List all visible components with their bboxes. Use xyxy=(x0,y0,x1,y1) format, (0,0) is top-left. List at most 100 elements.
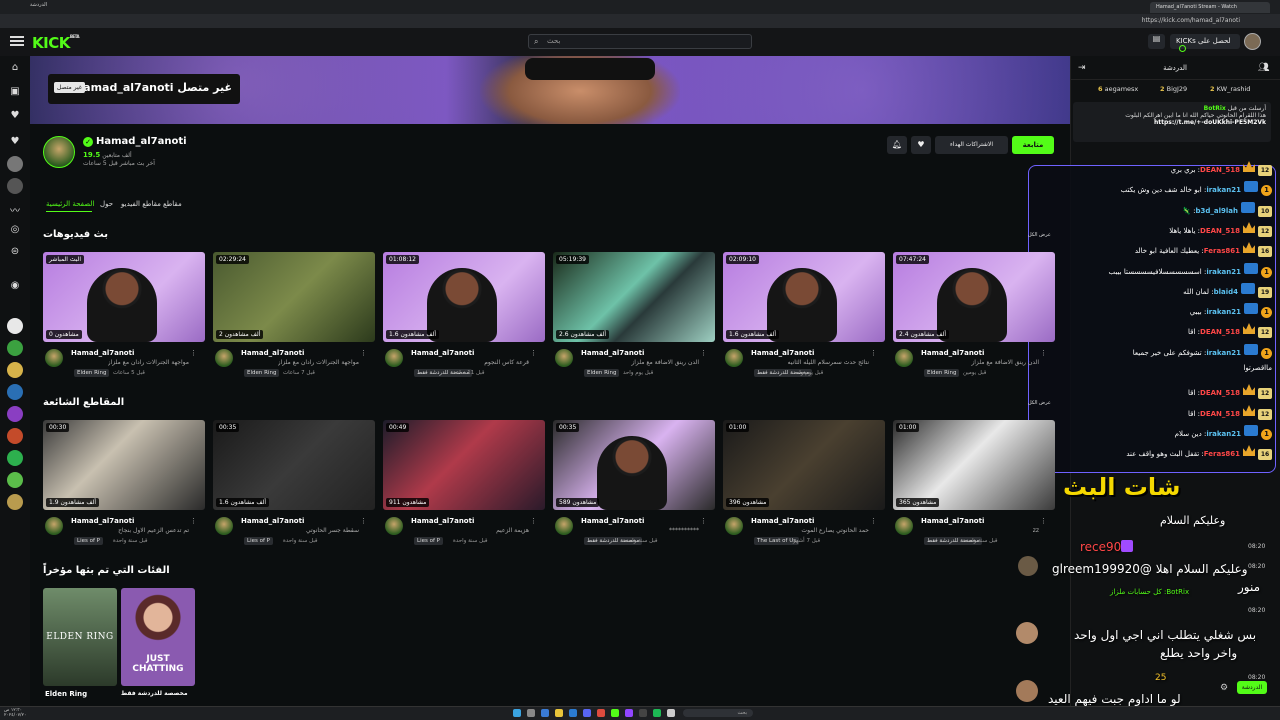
following-icon[interactable]: ♥ xyxy=(8,110,22,124)
more-options-icon[interactable]: ⋮ xyxy=(190,349,197,357)
card-title[interactable]: ********** xyxy=(669,527,699,534)
search-input[interactable]: ⌕ بحث xyxy=(528,34,752,49)
channel-avatar-small[interactable] xyxy=(215,349,233,367)
category-tag[interactable]: Elden Ring xyxy=(584,369,620,377)
followed-channel-avatar[interactable] xyxy=(7,178,23,194)
chat-username[interactable]: b3d_al9lah xyxy=(1196,207,1239,215)
card-title[interactable]: zz xyxy=(1033,527,1039,534)
store-icon[interactable] xyxy=(569,709,577,717)
card-channel-name[interactable]: Hamad_al7anoti xyxy=(581,349,644,357)
chat-username[interactable]: irakan21 xyxy=(1206,308,1241,316)
chat-username[interactable]: irakan21 xyxy=(1206,349,1241,357)
users-icon[interactable]: 👥︎ xyxy=(1258,63,1269,73)
more-options-icon[interactable]: ⋮ xyxy=(1040,517,1047,525)
app-icon[interactable] xyxy=(667,709,675,717)
channel-avatar-small[interactable] xyxy=(45,517,63,535)
wave-icon[interactable]: 〰 xyxy=(8,202,22,217)
collapse-chat-icon[interactable]: ⇥ xyxy=(1078,63,1086,73)
channel-avatar-small[interactable] xyxy=(385,349,403,367)
thumbnail[interactable]: 00:35 589 مشاهدون xyxy=(553,420,715,510)
tab-clips[interactable]: مقاطع xyxy=(163,200,182,208)
category-card[interactable]: JUST CHATTING xyxy=(121,588,195,686)
library-icon[interactable]: ▤ xyxy=(1148,34,1165,49)
chat-username[interactable]: DEAN_518 xyxy=(1200,410,1240,418)
thumbnail[interactable]: 05:19:39 2.6 ألف مشاهدون xyxy=(553,252,715,342)
recommended-channel-avatar[interactable] xyxy=(7,472,23,488)
thumbnail[interactable]: 07:47:24 2.4 ألف مشاهدون xyxy=(893,252,1055,342)
windows-icon[interactable] xyxy=(513,709,521,717)
channel-avatar[interactable] xyxy=(43,136,75,168)
gifter-item[interactable]: 6 aegamesx xyxy=(1098,85,1138,93)
thumbnail[interactable]: 01:00 365 مشاهدون xyxy=(893,420,1055,510)
card-channel-name[interactable]: Hamad_al7anoti xyxy=(751,517,814,525)
card-title[interactable]: الدن رينق الاضافة مع ملزاز xyxy=(971,359,1039,366)
chat-username[interactable]: irakan21 xyxy=(1206,430,1241,438)
category-card[interactable]: ELDEN RING xyxy=(43,588,117,686)
gift-subs-button[interactable]: الاشتراكات الهداء xyxy=(935,136,1008,154)
channel-avatar-small[interactable] xyxy=(725,349,743,367)
follow-button[interactable]: متابعة xyxy=(1012,136,1054,154)
card-title[interactable]: تم تدعس الزعيم الاول بنجاح xyxy=(118,527,189,534)
chat-username[interactable]: blaid4 xyxy=(1214,288,1238,296)
card-channel-name[interactable]: Hamad_al7anoti xyxy=(71,349,134,357)
more-options-icon[interactable]: ⋮ xyxy=(870,349,877,357)
settings-icon[interactable]: ⚙ xyxy=(1220,683,1228,693)
followed-channel-avatar[interactable] xyxy=(7,156,23,172)
card-channel-name[interactable]: Hamad_al7anoti xyxy=(921,349,984,357)
chat-username[interactable]: DEAN_518 xyxy=(1200,227,1240,235)
category-label[interactable]: Elden Ring xyxy=(45,690,87,698)
address-bar[interactable]: https://kick.com/hamad_al7anoti xyxy=(0,14,1280,28)
category-tag[interactable]: Lies of P xyxy=(414,537,443,545)
card-title[interactable]: نتائج حدث سمرسلام الليله الثانيه xyxy=(788,359,869,366)
card-title[interactable]: قرعة كاس النجوم xyxy=(484,359,529,366)
chat-username[interactable]: Feras861 xyxy=(1204,247,1240,255)
chat-username[interactable]: irakan21 xyxy=(1206,186,1241,194)
thumbnail[interactable]: 01:08:12 1.6 ألف مشاهدون xyxy=(383,252,545,342)
channel-avatar-small[interactable] xyxy=(555,517,573,535)
card-title[interactable]: مواجهة الجنرالات رادان مع ملزاز xyxy=(278,359,359,366)
browse-icon[interactable]: ▣ xyxy=(8,86,22,100)
recommended-channel-avatar[interactable] xyxy=(7,318,23,334)
chrome-icon[interactable] xyxy=(597,709,605,717)
more-options-icon[interactable]: ⋮ xyxy=(360,517,367,525)
discord-icon[interactable] xyxy=(583,709,591,717)
card-channel-name[interactable]: Hamad_al7anoti xyxy=(921,517,984,525)
explorer-icon[interactable] xyxy=(555,709,563,717)
menu-icon[interactable] xyxy=(10,36,24,47)
card-title[interactable]: مواجهة الجنرالات رادان مع ملزاز xyxy=(108,359,189,366)
recommended-channel-avatar[interactable] xyxy=(7,428,23,444)
card-title[interactable]: هزيمة الزعيم xyxy=(496,527,529,534)
channel-avatar-small[interactable] xyxy=(555,349,573,367)
more-options-icon[interactable]: ⋮ xyxy=(700,517,707,525)
category-tag[interactable]: Elden Ring xyxy=(74,369,110,377)
card-channel-name[interactable]: Hamad_al7anoti xyxy=(241,349,304,357)
category-tag[interactable]: Lies of P xyxy=(244,537,273,545)
thumbnail[interactable]: 02:29:24 2 ألف مشاهدون xyxy=(213,252,375,342)
kick-app-icon[interactable] xyxy=(611,709,619,717)
obs-icon[interactable] xyxy=(639,709,647,717)
edge-icon[interactable] xyxy=(541,709,549,717)
channel-avatar-small[interactable] xyxy=(385,517,403,535)
channel-avatar-small[interactable] xyxy=(45,349,63,367)
taskbar-clock[interactable]: ١٢:٣٠ ص ٢٠٢٤/٠٧/٢٠ xyxy=(4,708,26,718)
bell-icon[interactable]: 🔔︎ xyxy=(887,136,907,154)
spotify-icon[interactable] xyxy=(653,709,661,717)
channel-avatar-small[interactable] xyxy=(895,517,913,535)
chat-username[interactable]: DEAN_518 xyxy=(1200,328,1240,336)
chat-send-button[interactable]: الدردشة xyxy=(1237,681,1267,694)
url-text[interactable]: https://kick.com/hamad_al7anoti xyxy=(1142,17,1240,24)
gifter-item[interactable]: 2 BigJ29 xyxy=(1160,85,1187,93)
recommended-channel-avatar[interactable] xyxy=(7,494,23,510)
live-icon[interactable]: ◉ xyxy=(8,280,22,294)
more-options-icon[interactable]: ⋮ xyxy=(190,517,197,525)
twitch-app-icon[interactable] xyxy=(625,709,633,717)
card-channel-name[interactable]: Hamad_al7anoti xyxy=(411,517,474,525)
view-all-link[interactable]: عرض الكل xyxy=(1028,400,1051,406)
kick-logo[interactable]: KICKBETA xyxy=(32,34,80,52)
thumbnail[interactable]: البث المباشر 0 مشاهدون xyxy=(43,252,205,342)
more-options-icon[interactable]: ⋮ xyxy=(530,517,537,525)
favorite-icon[interactable]: ♥ xyxy=(911,136,931,154)
card-title[interactable]: سقطة جسر الحانوتي xyxy=(306,527,359,534)
tab-videos[interactable]: مقاطع الفيديو xyxy=(121,200,161,208)
card-channel-name[interactable]: Hamad_al7anoti xyxy=(71,517,134,525)
